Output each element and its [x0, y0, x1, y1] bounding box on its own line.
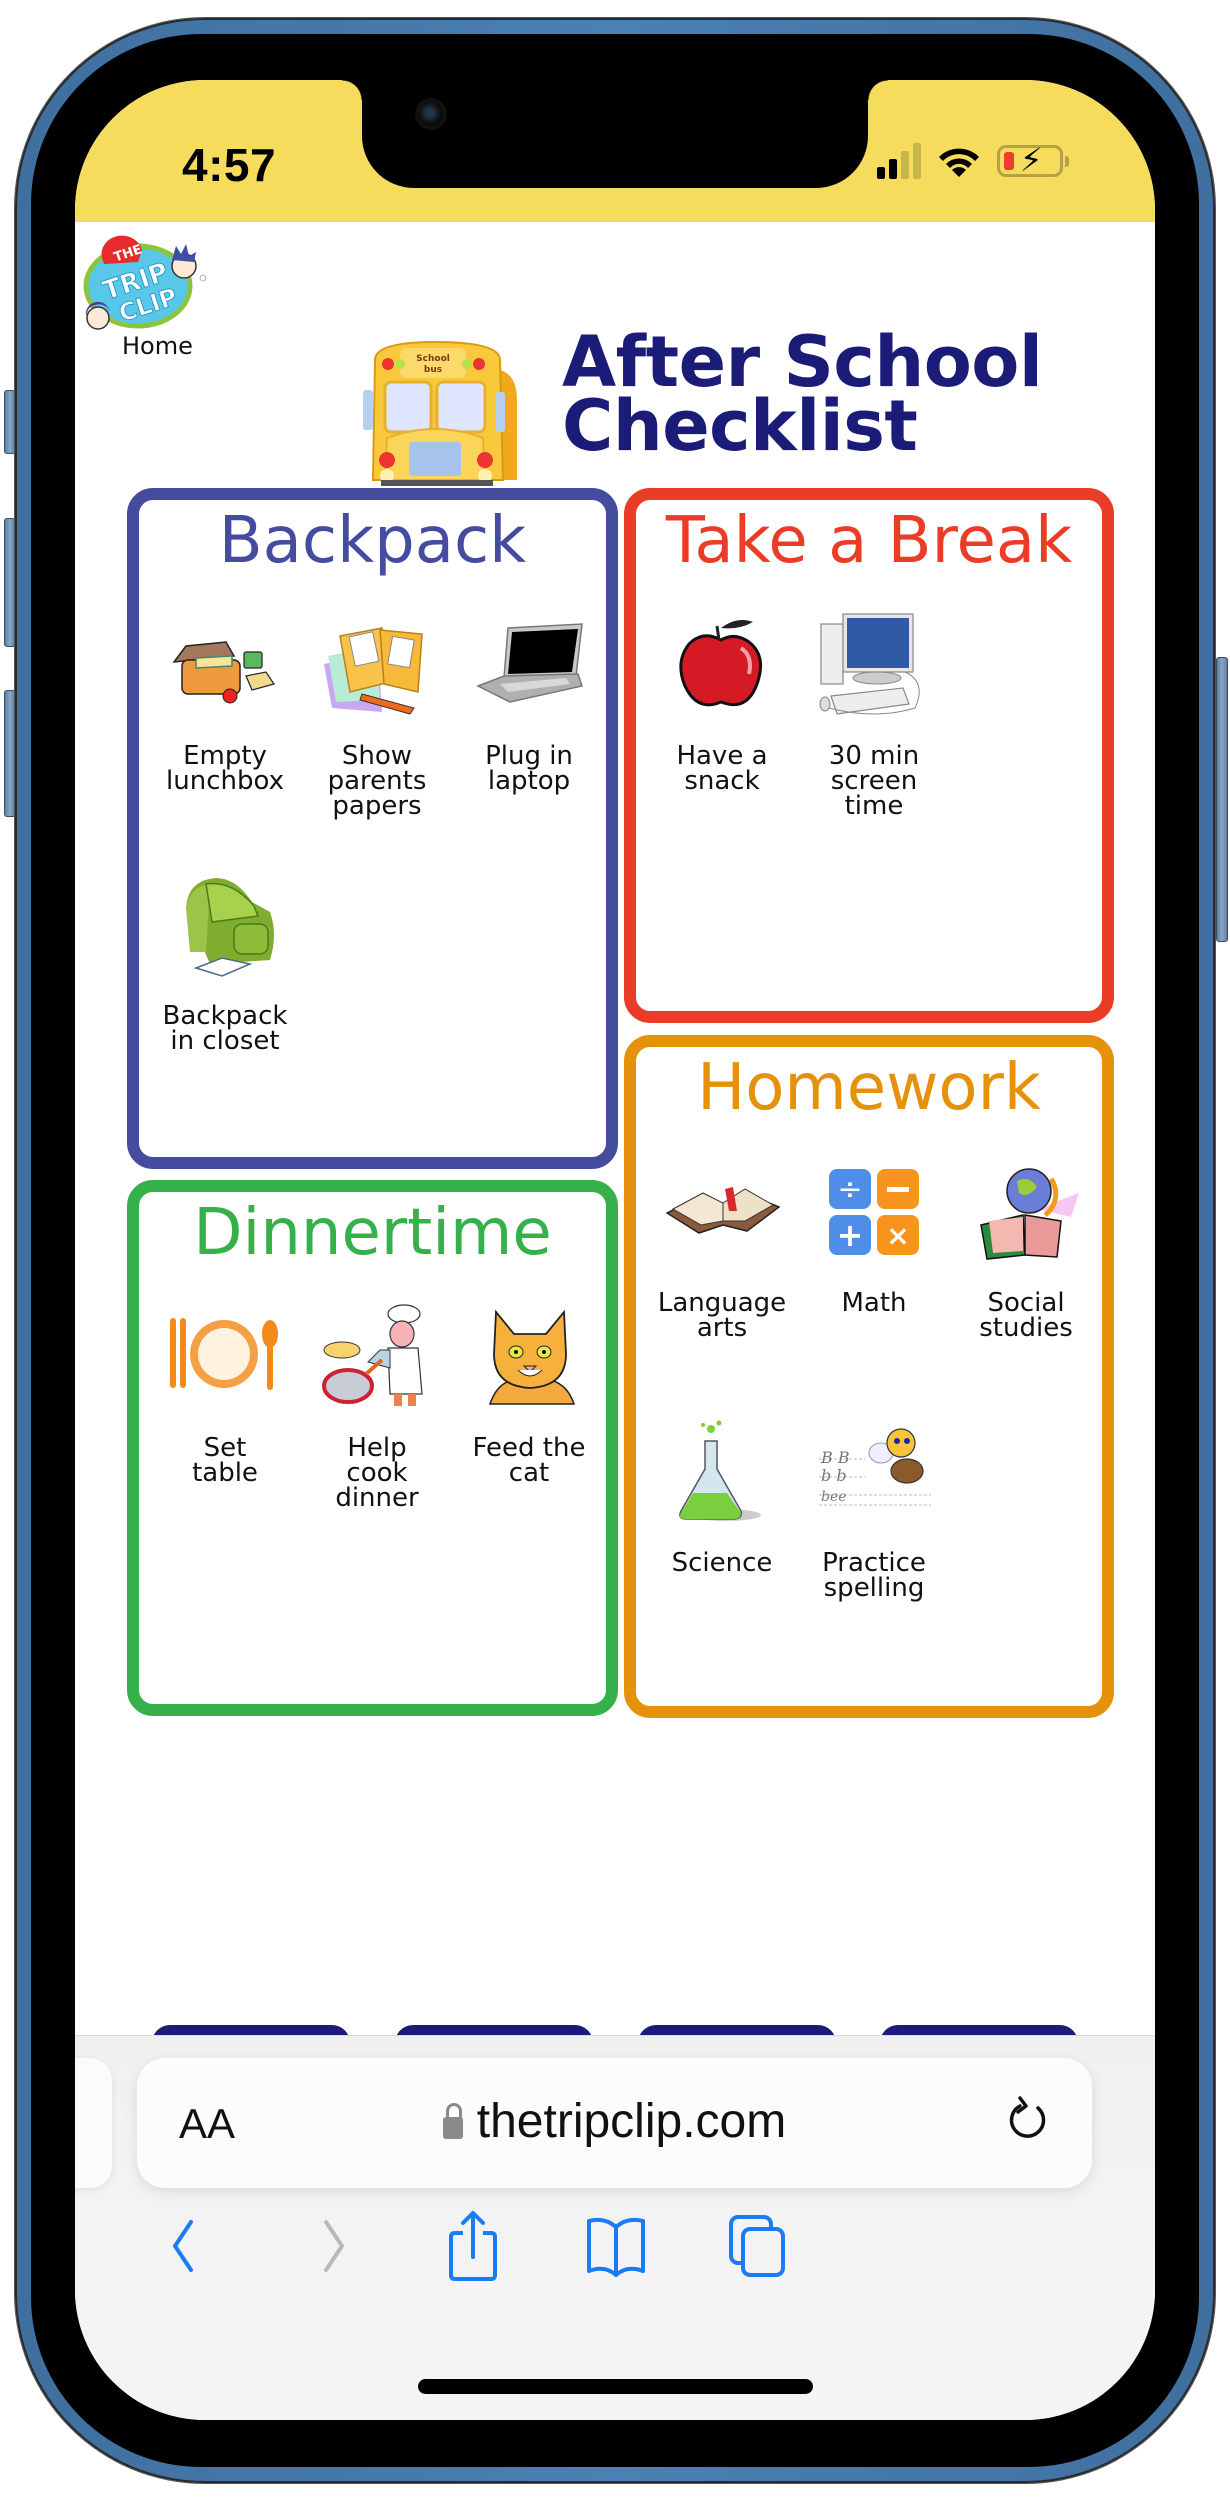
checklist-item-practice-spelling[interactable]: B B b b bee Practice spelling [798, 1419, 950, 1659]
checklist-item-label: Backpack in closet [162, 1001, 288, 1056]
previous-tab-card[interactable] [75, 2058, 112, 2188]
section-take-a-break: Take a Break Have a snack 30 min screen … [624, 488, 1114, 1023]
checklist-item-help-cook[interactable]: Help cook dinner [301, 1304, 453, 1544]
back-button[interactable] [145, 2206, 225, 2286]
flask-icon [679, 1420, 761, 1521]
bus-sign-line1: School [416, 354, 450, 364]
papers-folder-icon [324, 627, 423, 715]
browser-toolbar: AA thetripclip.com [75, 2035, 1155, 2420]
checklist-item-label: Plug in laptop [485, 741, 573, 796]
checklist-item-label: Set table [192, 1433, 258, 1488]
home-link[interactable]: Home [122, 332, 193, 360]
apple-icon [679, 620, 763, 707]
checklist-item-language-arts[interactable]: Language arts [646, 1159, 798, 1399]
checklist-item-label: Feed the cat [472, 1433, 586, 1488]
svg-text:B B: B B [820, 1448, 850, 1467]
checklist-item-label: Math [841, 1288, 907, 1318]
share-icon [449, 2211, 497, 2281]
tabs-icon [729, 2215, 785, 2277]
backpack-icon [186, 878, 274, 977]
url-text: thetripclip.com [476, 2095, 787, 2148]
power-button [1216, 657, 1228, 942]
school-bus-image: School bus [345, 340, 525, 487]
checklist-item-empty-lunchbox[interactable]: Empty lunchbox [149, 612, 301, 852]
bookmarks-icon [587, 2217, 645, 2277]
plate-cutlery-icon [170, 1318, 278, 1390]
open-book-icon [665, 1187, 781, 1234]
checklist-item-set-table[interactable]: Set table [149, 1304, 301, 1544]
laptop-icon [476, 623, 583, 703]
svg-text:b b: b b [821, 1466, 847, 1485]
section-backpack: Backpack Empty lunchbox Show parents pap… [127, 488, 618, 1169]
reload-icon[interactable] [1000, 2094, 1054, 2148]
svg-text:÷: ÷ [837, 1172, 862, 1207]
status-time: 4:57 [182, 139, 277, 191]
address-bar[interactable]: AA thetripclip.com [137, 2058, 1092, 2188]
chef-icon [322, 1304, 423, 1406]
status-icons: ⚡ [877, 142, 1069, 179]
checklist-item-label: 30 min screen time [828, 741, 920, 821]
checklist-item-label: Social studies [979, 1288, 1073, 1343]
checklist-item-label: Have a snack [676, 741, 768, 796]
spelling-bee-icon: B B b b bee [819, 1428, 931, 1506]
globe-book-icon [980, 1168, 1079, 1260]
page-title-line2: Checklist [562, 385, 918, 467]
checklist-item-label: Empty lunchbox [166, 741, 284, 796]
tabs-button[interactable] [717, 2206, 797, 2286]
checklist-item-label: Show parents papers [327, 741, 427, 821]
checklist-item-plug-laptop[interactable]: Plug in laptop [453, 612, 605, 852]
svg-text:×: × [886, 1219, 909, 1252]
page-title: After School Checklist [562, 327, 1043, 461]
checklist-item-social-studies[interactable]: Social studies [950, 1159, 1102, 1399]
home-indicator[interactable] [418, 2379, 813, 2394]
section-title: Backpack [218, 504, 527, 578]
notch [342, 80, 888, 188]
checklist-item-label: Help cook dinner [335, 1433, 419, 1513]
back-icon [173, 2220, 193, 2272]
section-title: Homework [697, 1051, 1041, 1125]
svg-text:bee: bee [821, 1489, 847, 1505]
checklist-item-label: Practice spelling [822, 1548, 926, 1603]
checklist-item-screen-time[interactable]: 30 min screen time [798, 612, 950, 852]
desktop-computer-icon [819, 613, 920, 715]
cat-icon [488, 1309, 576, 1405]
checklist-item-show-papers[interactable]: Show parents papers [301, 612, 453, 852]
checklist-item-science[interactable]: Science [646, 1419, 798, 1659]
bus-sign-line2: bus [424, 365, 442, 375]
section-homework: Homework Language arts ÷ + × Math Social… [624, 1035, 1114, 1718]
checklist-item-backpack-closet[interactable]: Backpack in closet [149, 872, 301, 1112]
checklist-item-label: Language arts [657, 1288, 787, 1343]
svg-text:+: + [837, 1216, 864, 1254]
browser-nav-bar [75, 2206, 1155, 2286]
section-dinnertime: Dinnertime Set table Help cook dinner Fe… [127, 1180, 618, 1716]
section-title: Dinnertime [193, 1196, 552, 1270]
trip-clip-logo[interactable]: THE TRIP CLIP [80, 228, 208, 338]
math-operators-icon: ÷ + × [829, 1169, 919, 1255]
forward-button[interactable] [292, 2206, 372, 2286]
battery-charging-icon: ⚡ [997, 142, 1069, 178]
checklist-item-label: Science [671, 1548, 773, 1578]
checklist-item-feed-cat[interactable]: Feed the cat [453, 1304, 605, 1544]
share-button[interactable] [433, 2206, 513, 2286]
phone-screen: 4:57 ⚡ THE TRIP CLIP Home School bus Aft… [75, 80, 1155, 2420]
forward-icon [324, 2220, 344, 2272]
cellular-signal-icon [877, 143, 921, 179]
lock-icon [442, 2103, 463, 2139]
bookmarks-button[interactable] [576, 2206, 656, 2286]
url-field[interactable]: thetripclip.com [137, 2094, 1092, 2149]
lunchbox-icon [172, 641, 275, 704]
section-title: Take a Break [665, 504, 1073, 578]
wifi-icon [939, 148, 979, 177]
status-bar: 4:57 ⚡ [75, 80, 1155, 222]
front-camera [419, 102, 443, 126]
checklist-item-have-snack[interactable]: Have a snack [646, 612, 798, 852]
checklist-item-math[interactable]: ÷ + × Math [798, 1159, 950, 1399]
